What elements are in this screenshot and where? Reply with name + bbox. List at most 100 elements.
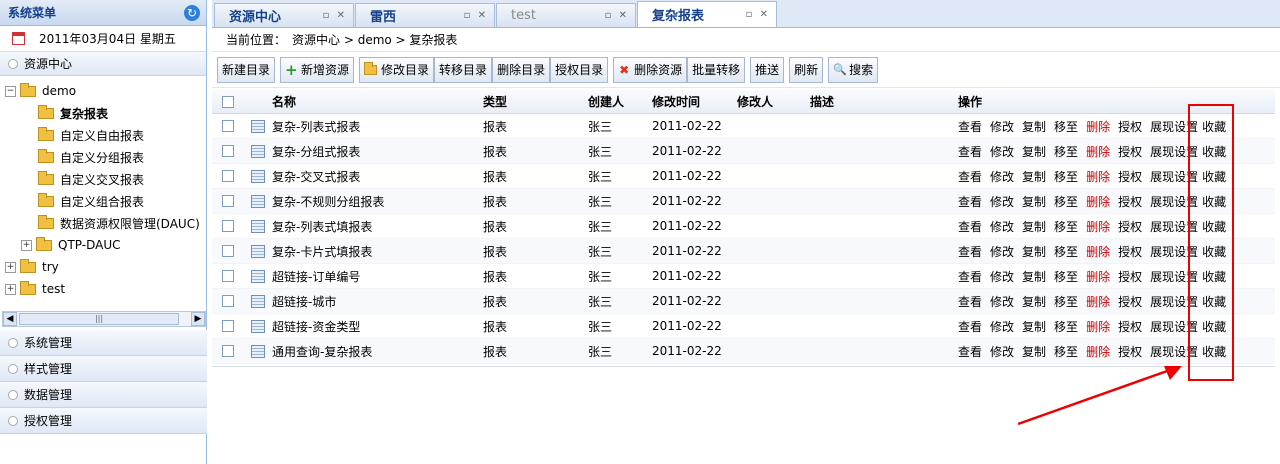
op-move-link[interactable]: 移至 [1054,243,1078,260]
tab-restore-icon[interactable]: ▫ [746,9,755,20]
op-delete-link[interactable]: 删除 [1086,218,1110,235]
op-edit-link[interactable]: 修改 [990,143,1014,160]
row-checkbox[interactable] [222,145,234,157]
accordion-section[interactable]: 样式管理 [0,356,207,382]
op-edit-link[interactable]: 修改 [990,243,1014,260]
row-name[interactable]: 通用查询-复杂报表 [272,343,483,360]
accordion-section[interactable]: 授权管理 [0,408,207,434]
op-authorize-link[interactable]: 授权 [1118,293,1142,310]
table-row[interactable]: 复杂-列表式填报表 报表 张三 2011-02-22 查看 修改 复制 移至 删除 授权 展现设置收… [212,214,1275,239]
op-view-link[interactable]: 查看 [958,293,982,310]
toolbar-button-4[interactable]: 删除目录 [492,56,551,83]
tree-node[interactable]: 数据资源权限管理(DAUC) [0,212,206,234]
op-edit-link[interactable]: 修改 [990,293,1014,310]
op-authorize-link[interactable]: 授权 [1118,243,1142,260]
op-copy-link[interactable]: 复制 [1022,118,1046,135]
toolbar-button-2[interactable]: 修改目录 [359,56,435,83]
op-copy-link[interactable]: 复制 [1022,268,1046,285]
op-copy-link[interactable]: 复制 [1022,243,1046,260]
tab-2[interactable]: test ▫ ✕ [496,3,636,27]
op-delete-link[interactable]: 删除 [1086,193,1110,210]
op-move-link[interactable]: 移至 [1054,118,1078,135]
op-copy-link[interactable]: 复制 [1022,218,1046,235]
col-description[interactable]: 描述 [810,93,958,110]
op-move-link[interactable]: 移至 [1054,318,1078,335]
op-move-link[interactable]: 移至 [1054,168,1078,185]
row-checkbox[interactable] [222,270,234,282]
tab-restore-icon[interactable]: ▫ [323,10,332,21]
op-view-link[interactable]: 查看 [958,268,982,285]
tree-node[interactable]: + test [0,278,206,300]
row-name[interactable]: 复杂-交叉式报表 [272,168,483,185]
op-authorize-link[interactable]: 授权 [1118,343,1142,360]
tree-toggle-icon[interactable]: + [5,261,16,273]
row-checkbox[interactable] [222,220,234,232]
toolbar-button-5[interactable]: 授权目录 [550,56,609,83]
row-checkbox[interactable] [222,170,234,182]
op-move-link[interactable]: 移至 [1054,193,1078,210]
tree-node[interactable]: 自定义分组报表 [0,146,206,168]
op-delete-link[interactable]: 删除 [1086,143,1110,160]
op-edit-link[interactable]: 修改 [990,318,1014,335]
tab-1[interactable]: 雷西 ▫ ✕ [355,3,495,27]
row-name[interactable]: 超链接-城市 [272,293,483,310]
op-move-link[interactable]: 移至 [1054,218,1078,235]
table-row[interactable]: 复杂-分组式报表 报表 张三 2011-02-22 查看 修改 复制 移至 删除 授权 展现设置 收藏 [212,139,1275,164]
op-move-link[interactable]: 移至 [1054,143,1078,160]
op-edit-link[interactable]: 修改 [990,118,1014,135]
tree-node[interactable]: 自定义自由报表 [0,124,206,146]
toolbar-button-10[interactable]: 🔍 搜索 [828,56,879,83]
tab-0[interactable]: 资源中心 ▫ ✕ [214,3,354,27]
op-copy-link[interactable]: 复制 [1022,168,1046,185]
refresh-icon[interactable]: ↻ [184,4,200,21]
row-name[interactable]: 超链接-订单编号 [272,268,483,285]
row-name[interactable]: 复杂-不规则分组报表 [272,193,483,210]
op-move-link[interactable]: 移至 [1054,293,1078,310]
op-authorize-link[interactable]: 授权 [1118,218,1142,235]
op-view-link[interactable]: 查看 [958,343,982,360]
op-edit-link[interactable]: 修改 [990,168,1014,185]
col-type[interactable]: 类型 [483,93,588,110]
table-row[interactable]: 复杂-卡片式填报表 报表 张三 2011-02-22 查看 修改 复制 移至 删除 授权 展现设置收… [212,239,1275,264]
toolbar-button-7[interactable]: 批量转移 [687,56,746,83]
op-view-link[interactable]: 查看 [958,143,982,160]
toolbar-button-8[interactable]: 推送 [750,56,785,83]
accordion-section[interactable]: 系统管理 [0,330,207,356]
row-name[interactable]: 复杂-分组式报表 [272,143,483,160]
col-creator[interactable]: 创建人 [588,93,652,110]
toolbar-button-3[interactable]: 转移目录 [434,56,493,83]
op-view-link[interactable]: 查看 [958,318,982,335]
op-authorize-link[interactable]: 授权 [1118,268,1142,285]
op-delete-link[interactable]: 删除 [1086,118,1110,135]
table-row[interactable]: 复杂-不规则分组报表 报表 张三 2011-02-22 查看 修改 复制 移至 删除 授权 展现设置… [212,189,1275,214]
tab-restore-icon[interactable]: ▫ [464,10,473,21]
row-checkbox[interactable] [222,195,234,207]
tree-node[interactable]: 自定义交叉报表 [0,168,206,190]
op-move-link[interactable]: 移至 [1054,268,1078,285]
row-checkbox[interactable] [222,320,234,332]
row-checkbox[interactable] [222,345,234,357]
toolbar-button-9[interactable]: 刷新 [789,56,824,83]
scroll-right-icon[interactable]: ▶ [191,312,205,326]
op-delete-link[interactable]: 删除 [1086,343,1110,360]
row-name[interactable]: 复杂-列表式报表 [272,118,483,135]
tab-close-icon[interactable]: ✕ [619,10,629,21]
toolbar-button-6[interactable]: ✖ 删除资源 [613,56,688,83]
tree-node[interactable]: 自定义组合报表 [0,190,206,212]
op-authorize-link[interactable]: 授权 [1118,318,1142,335]
op-authorize-link[interactable]: 授权 [1118,193,1142,210]
op-delete-link[interactable]: 删除 [1086,168,1110,185]
toolbar-button-0[interactable]: 新建目录 [217,56,276,83]
op-copy-link[interactable]: 复制 [1022,343,1046,360]
tab-restore-icon[interactable]: ▫ [605,10,614,21]
op-delete-link[interactable]: 删除 [1086,318,1110,335]
col-name[interactable]: 名称 [272,93,483,110]
select-all-checkbox[interactable] [222,95,234,108]
col-modifier[interactable]: 修改人 [737,93,810,110]
op-view-link[interactable]: 查看 [958,243,982,260]
scroll-thumb[interactable]: ||| [19,313,179,325]
op-view-link[interactable]: 查看 [958,168,982,185]
tree-node[interactable]: + QTP-DAUC [0,234,206,256]
accordion-section[interactable]: 数据管理 [0,382,207,408]
op-view-link[interactable]: 查看 [958,193,982,210]
